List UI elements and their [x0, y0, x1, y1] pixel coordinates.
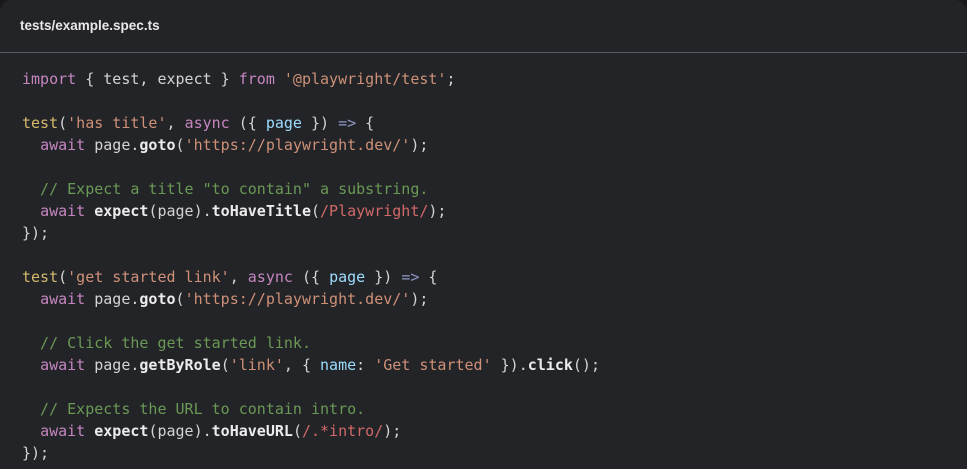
code-token-kw: async	[247, 268, 293, 286]
code-token-pl: ,	[229, 268, 248, 286]
code-token-par: page	[265, 114, 302, 132]
code-token-rgx: /Playwright/	[320, 202, 429, 220]
code-token-mth: click	[527, 356, 573, 374]
code-token-str: '@playwright/test'	[283, 70, 447, 88]
code-token-str: 'https://playwright.dev/'	[184, 290, 411, 308]
code-token-pl: page.	[85, 290, 140, 308]
code-token-mth: toHaveURL	[211, 422, 293, 440]
code-token-mth: toHaveTitle	[211, 202, 311, 220]
code-token-pl: );	[410, 290, 429, 308]
code-token-pl: , {	[283, 356, 321, 374]
code-token-com: // Expect a title "to contain" a substri…	[22, 180, 429, 198]
code-token-pl: ({	[292, 268, 330, 286]
code-line: await expect(page).toHaveTitle(/Playwrig…	[22, 200, 945, 222]
code-token-mth: getByRole	[139, 356, 221, 374]
code-token-str: 'has title'	[67, 114, 167, 132]
code-token-pl: });	[22, 444, 50, 462]
code-token-pl: {	[356, 114, 375, 132]
code-token-mth: goto	[139, 290, 176, 308]
code-line: test('has title', async ({ page }) => {	[22, 112, 945, 134]
code-token-pl: (	[175, 290, 185, 308]
code-block: tests/example.spec.ts import { test, exp…	[0, 0, 967, 469]
code-token-str: 'Get started'	[374, 356, 492, 374]
code-token-pl: page.	[85, 136, 140, 154]
code-token-pl: (	[292, 422, 302, 440]
code-token-com: // Click the get started link.	[22, 334, 311, 352]
code-token-pl: ,	[166, 114, 185, 132]
code-token-op: =>	[338, 114, 357, 132]
code-token-str: 'get started link'	[67, 268, 230, 286]
code-token-pl: (	[220, 356, 230, 374]
code-token-kw: from	[238, 70, 275, 88]
code-line: });	[22, 442, 945, 464]
code-token-mth: goto	[139, 136, 176, 154]
code-token-kw: await	[40, 356, 86, 374]
code-lines[interactable]: import { test, expect } from '@playwrigh…	[0, 53, 967, 469]
code-token-pl: );	[383, 422, 402, 440]
code-token-pl: (	[58, 114, 68, 132]
code-line: await expect(page).toHaveURL(/.*intro/);	[22, 420, 945, 442]
code-token-str: 'link'	[229, 356, 284, 374]
code-token-fn: test	[22, 268, 59, 286]
code-token-kw: await	[40, 290, 86, 308]
code-line: test('get started link', async ({ page }…	[22, 266, 945, 288]
code-token-pl: (page).	[148, 202, 212, 220]
code-line: await page.getByRole('link', { name: 'Ge…	[22, 354, 945, 376]
code-token-kw: async	[184, 114, 230, 132]
code-token-kw: await	[40, 422, 86, 440]
code-token-kw: import	[22, 70, 77, 88]
code-token-mth: expect	[94, 202, 149, 220]
code-token-pl: ({	[229, 114, 266, 132]
code-token-par: name	[320, 356, 357, 374]
code-line: });	[22, 222, 945, 244]
code-token-pl: (	[175, 136, 185, 154]
code-token-pl: :	[356, 356, 375, 374]
code-token-par: page	[329, 268, 366, 286]
code-token-pl: ;	[446, 70, 456, 88]
code-token-mth: expect	[94, 422, 149, 440]
code-token-pl: (page).	[148, 422, 212, 440]
code-token-pl: });	[22, 224, 50, 242]
code-line: // Expects the URL to contain intro.	[22, 398, 945, 420]
code-block-title: tests/example.spec.ts	[0, 0, 967, 53]
code-token-kw: await	[40, 136, 86, 154]
code-token-pl: ();	[572, 356, 600, 374]
code-line: await page.goto('https://playwright.dev/…	[22, 134, 945, 156]
code-token-str: 'https://playwright.dev/'	[184, 136, 411, 154]
code-token-pl: {	[419, 268, 438, 286]
code-token-pl: (	[311, 202, 321, 220]
code-token-pl: );	[410, 136, 429, 154]
code-token-pl: })	[365, 268, 402, 286]
code-token-pl: );	[428, 202, 447, 220]
code-line: // Click the get started link.	[22, 332, 945, 354]
code-token-pl: })	[301, 114, 339, 132]
code-token-pl: { test, expect }	[76, 70, 239, 88]
code-token-fn: test	[22, 114, 59, 132]
code-token-pl: (	[58, 268, 68, 286]
code-token-op: =>	[401, 268, 420, 286]
code-token-com: // Expects the URL to contain intro.	[22, 400, 366, 418]
code-token-pl: page.	[85, 356, 140, 374]
code-line: await page.goto('https://playwright.dev/…	[22, 288, 945, 310]
code-line: // Expect a title "to contain" a substri…	[22, 178, 945, 200]
code-token-rgx: /.*intro/	[301, 422, 384, 440]
code-token-pl: }).	[491, 356, 528, 374]
code-token-kw: await	[40, 202, 86, 220]
code-line: import { test, expect } from '@playwrigh…	[22, 68, 945, 90]
